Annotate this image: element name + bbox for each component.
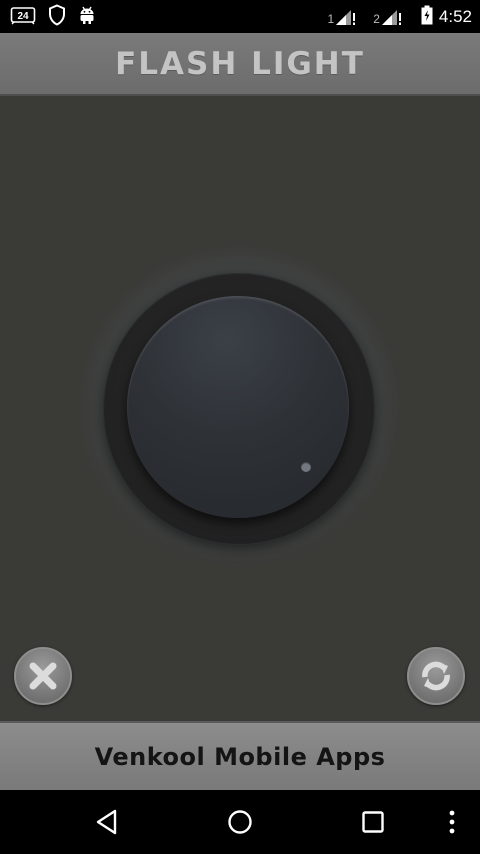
svg-text:24: 24 bbox=[17, 11, 29, 22]
back-button[interactable] bbox=[89, 804, 125, 840]
home-icon bbox=[228, 810, 252, 834]
status-right-icons: 1 2 4:52 bbox=[328, 5, 472, 29]
refresh-icon bbox=[422, 661, 450, 691]
sim1-signal: 1 bbox=[328, 8, 358, 26]
sim1-label: 1 bbox=[327, 12, 335, 26]
app-title: FLASH LIGHT bbox=[115, 45, 365, 82]
close-button[interactable] bbox=[14, 647, 72, 705]
status-left-icons: 24 bbox=[10, 4, 96, 30]
signal-icon bbox=[336, 10, 356, 25]
refresh-button[interactable] bbox=[407, 647, 465, 705]
main-area bbox=[0, 96, 480, 721]
signal-icon bbox=[381, 10, 401, 25]
recents-button[interactable] bbox=[355, 804, 391, 840]
home-button[interactable] bbox=[222, 804, 258, 840]
knob-indicator-dot bbox=[301, 462, 311, 472]
overflow-menu-button[interactable] bbox=[436, 804, 468, 840]
more-vert-icon bbox=[449, 810, 455, 834]
android-icon bbox=[78, 5, 96, 29]
footer-banner: Venkool Mobile Apps bbox=[0, 721, 480, 790]
status-time: 4:52 bbox=[438, 7, 472, 26]
shield-icon bbox=[48, 4, 66, 30]
title-bar: FLASH LIGHT bbox=[0, 33, 480, 96]
back-icon bbox=[96, 809, 117, 835]
battery-charging-icon bbox=[421, 5, 433, 29]
status-bar: 24 1 2 4:52 bbox=[0, 0, 480, 33]
calendar-24-icon: 24 bbox=[10, 5, 36, 29]
footer-text: Venkool Mobile Apps bbox=[94, 742, 386, 771]
close-icon bbox=[29, 662, 57, 690]
sim2-signal: 2 bbox=[373, 8, 403, 26]
power-knob[interactable] bbox=[127, 296, 349, 518]
sim2-label: 2 bbox=[373, 12, 380, 26]
nav-bar bbox=[0, 790, 480, 854]
recents-icon bbox=[362, 811, 384, 833]
